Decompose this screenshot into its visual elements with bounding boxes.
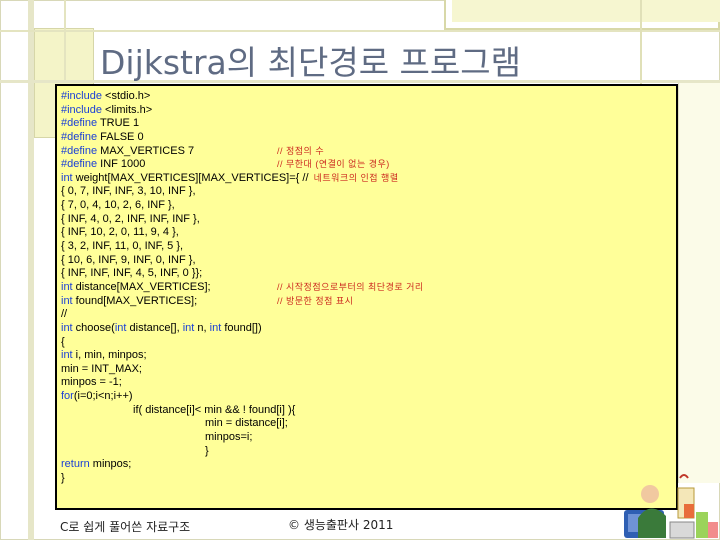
code-keyword: int	[209, 321, 222, 334]
code-keyword: #define	[61, 158, 98, 171]
code-text: { 7, 0, 4, 10, 2, 6, INF },	[61, 199, 175, 212]
code-line: { INF, INF, INF, 4, 5, INF, 0 }};	[61, 267, 676, 281]
decor-block-top-right-fill	[452, 0, 720, 22]
code-text: found[MAX_VERTICES];	[72, 294, 198, 307]
code-text: TRUE 1	[97, 117, 140, 130]
code-text: INF 1000	[97, 158, 146, 171]
code-keyword: #define	[61, 144, 98, 157]
code-keyword: #define	[61, 117, 98, 130]
code-text: distance[],	[126, 321, 183, 334]
slide-title: Dijkstra의 최단경로 프로그램	[100, 43, 521, 82]
code-text: found[])	[221, 321, 262, 334]
code-line: //	[61, 308, 676, 322]
code-comment: 네트워크의 인접 행렬	[313, 172, 399, 183]
code-text: minpos;	[89, 458, 132, 471]
code-text: minpos = -1;	[61, 376, 122, 389]
code-line: {	[61, 336, 676, 350]
code-line: #define INF 1000 // 무한대 (연결이 없는 경우)	[61, 158, 676, 172]
code-line: int choose(int distance[], int n, int fo…	[61, 322, 676, 336]
code-line: int i, min, minpos;	[61, 349, 676, 363]
code-text: min = distance[i];	[205, 417, 288, 430]
code-box: #include <stdio.h> #include <limits.h> #…	[55, 84, 678, 510]
code-keyword: #include	[61, 90, 102, 102]
code-comment: // 무한대 (연결이 없는 경우)	[277, 159, 390, 170]
code-line: #include <limits.h>	[61, 104, 676, 118]
code-keyword: return	[61, 458, 90, 471]
code-line: int weight[MAX_VERTICES][MAX_VERTICES]={…	[61, 172, 676, 186]
code-line: if( distance[i]< min && ! found[i] ){	[61, 404, 676, 418]
person-at-desk-clipart-icon	[624, 474, 718, 539]
code-text: i, min, minpos;	[72, 349, 147, 362]
code-text: min = INT_MAX;	[61, 362, 142, 375]
code-line: }	[61, 445, 676, 459]
code-line: }	[61, 472, 676, 486]
footer-copyright: © 생능출판사 2011	[288, 518, 394, 532]
code-text: //	[61, 308, 68, 321]
code-keyword: int	[61, 280, 73, 293]
code-line: for(i=0;i<n;i++)	[61, 390, 676, 404]
code-line: { 10, 6, INF, 9, INF, 0, INF },	[61, 254, 676, 268]
code-keyword: #define	[61, 130, 98, 143]
code-keyword: int	[61, 171, 73, 184]
decor-right-panel	[678, 83, 720, 483]
code-text: { INF, INF, INF, 4, 5, INF, 0 }};	[61, 267, 203, 280]
code-text: {	[61, 335, 65, 348]
code-line: #define FALSE 0	[61, 131, 676, 145]
code-text: }	[61, 471, 65, 484]
code-line: return minpos;	[61, 458, 676, 472]
code-text: }	[205, 444, 209, 457]
code-keyword: int	[61, 321, 73, 334]
code-line: minpos=i;	[61, 431, 676, 445]
code-keyword: int	[114, 321, 127, 334]
code-line: { INF, 4, 0, 2, INF, INF, INF },	[61, 213, 676, 227]
code-keyword: #include	[61, 103, 102, 116]
code-keyword: for	[61, 390, 74, 403]
code-line: #define MAX_VERTICES 7 // 정점의 수	[61, 145, 676, 159]
code-line: int found[MAX_VERTICES]; // 방문한 정점 표시	[61, 295, 676, 309]
code-line: int distance[MAX_VERTICES]; // 시작정점으로부터의 …	[61, 281, 676, 295]
decor-stripe-horizontal	[0, 30, 720, 32]
code-line: #include <stdio.h>	[61, 90, 676, 104]
code-line: { 0, 7, INF, INF, 3, 10, INF },	[61, 185, 676, 199]
code-line: min = distance[i];	[61, 417, 676, 431]
code-text: distance[MAX_VERTICES];	[72, 280, 211, 293]
code-text: n,	[194, 321, 210, 334]
code-text: { 10, 6, INF, 9, INF, 0, INF },	[61, 253, 196, 266]
code-text: <stdio.h>	[101, 90, 151, 102]
code-line: minpos = -1;	[61, 376, 676, 390]
decor-stripe-vertical-2	[64, 0, 66, 80]
code-text: { INF, 4, 0, 2, INF, INF, INF },	[61, 212, 200, 225]
code-text: FALSE 0	[97, 130, 144, 143]
code-line: { 3, 2, INF, 11, 0, INF, 5 },	[61, 240, 676, 254]
code-text: <limits.h>	[101, 103, 153, 116]
code-keyword: int	[61, 294, 73, 307]
code-keyword: int	[61, 349, 73, 362]
code-text: if( distance[i]< min && ! found[i] ){	[133, 403, 296, 416]
code-line: { 7, 0, 4, 10, 2, 6, INF },	[61, 199, 676, 213]
code-comment: // 시작정점으로부터의 최단경로 거리	[277, 281, 424, 292]
code-keyword: int	[182, 321, 195, 334]
code-text: { INF, 10, 2, 0, 11, 9, 4 },	[61, 226, 179, 239]
code-line: #define TRUE 1	[61, 117, 676, 131]
footer-book-title: C로 쉽게 풀어쓴 자료구조	[60, 520, 191, 534]
code-line: min = INT_MAX;	[61, 363, 676, 377]
code-text: MAX_VERTICES 7	[97, 144, 195, 157]
code-text: minpos=i;	[205, 431, 253, 444]
code-text: { 3, 2, INF, 11, 0, INF, 5 },	[61, 240, 184, 253]
code-text: { 0, 7, INF, INF, 3, 10, INF },	[61, 185, 196, 198]
code-text: weight[MAX_VERTICES][MAX_VERTICES]={ //	[72, 171, 309, 184]
code-line: { INF, 10, 2, 0, 11, 9, 4 },	[61, 226, 676, 240]
code-text: (i=0;i<n;i++)	[73, 390, 133, 403]
code-comment: // 정점의 수	[277, 145, 325, 156]
code-comment: // 방문한 정점 표시	[277, 295, 354, 306]
code-text: choose(	[72, 321, 115, 334]
